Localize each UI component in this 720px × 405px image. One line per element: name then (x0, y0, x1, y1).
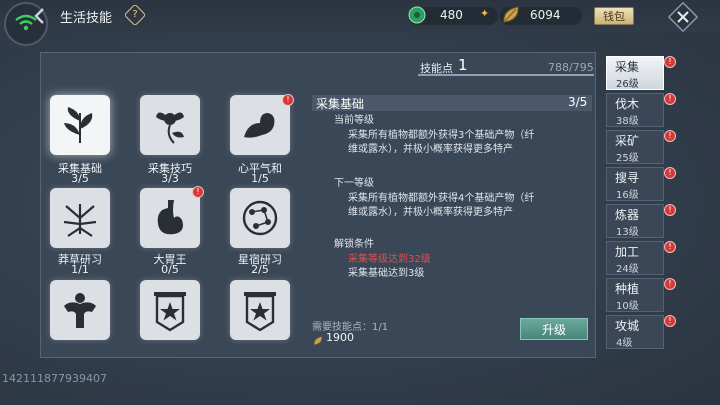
category-mining[interactable]: 采矿 25级 (606, 130, 664, 164)
jade-icon (407, 5, 427, 25)
next-level-label: 下一等级 (334, 178, 374, 189)
skill-level: 3/5 (71, 172, 89, 185)
alert-badge-icon: ! (664, 56, 676, 68)
skill-points-value: 1 (458, 56, 468, 74)
category-name: 种植 (615, 282, 640, 296)
skill-level: 0/5 (161, 263, 179, 276)
stomach-icon (157, 200, 183, 235)
leaves-icon (64, 107, 93, 143)
alert-badge-icon: ! (192, 186, 204, 198)
constellation-icon (242, 200, 278, 236)
skill-level: 1/1 (71, 263, 89, 276)
add-currency-icon[interactable]: ✦ (480, 8, 490, 19)
skill-tile-calm[interactable] (230, 95, 290, 155)
help-label: ? (132, 9, 138, 20)
unlock-condition: 采集等级达到32级 (348, 254, 431, 265)
cost-value: 1900 (326, 331, 354, 344)
category-search[interactable]: 搜寻 16级 (606, 167, 664, 201)
unlock-label: 解锁条件 (334, 239, 374, 250)
skill-points-progress: 788/795 (548, 61, 594, 74)
current-level-desc: 采集所有植物都额外获得3个基础产物（纤 (348, 130, 535, 141)
category-siege[interactable]: 攻城 4级 (606, 315, 664, 349)
next-level-desc: 采集所有植物都额外获得4个基础产物（纤 (348, 193, 535, 204)
page-title: 生活技能 (60, 11, 113, 26)
category-processing[interactable]: 加工 24级 (606, 241, 664, 275)
category-level: 4级 (616, 338, 633, 349)
alert-badge-icon: ! (664, 241, 676, 253)
unlock-condition: 采集基础达到3级 (348, 268, 425, 279)
upgrade-button[interactable]: 升级 (520, 318, 588, 340)
category-name: 搜寻 (615, 171, 640, 185)
banner-star-icon (244, 292, 276, 332)
alert-badge-icon: ! (664, 278, 676, 290)
player-uid: 142111877939407 (2, 372, 107, 385)
category-name: 炼器 (615, 208, 640, 222)
detail-skill-level: 3/5 (568, 95, 588, 109)
skill-tile-constellation[interactable] (230, 188, 290, 248)
category-logging[interactable]: 伐木 38级 (606, 93, 664, 127)
flower-icon (156, 112, 184, 144)
alert-badge-icon: ! (664, 93, 676, 105)
skill-level: 1/5 (251, 172, 269, 185)
alert-badge-icon: ! (664, 130, 676, 142)
muscle-icon (64, 293, 96, 328)
category-refining[interactable]: 炼器 13级 (606, 204, 664, 238)
detail-skill-name: 采集基础 (316, 97, 365, 111)
category-name: 采集 (615, 60, 640, 74)
category-level: 38级 (616, 116, 639, 127)
skill-tile-banner-1[interactable] (140, 280, 200, 340)
skill-level: 3/3 (161, 172, 179, 185)
leaf-currency-icon (500, 4, 522, 26)
category-name: 伐木 (615, 97, 640, 111)
category-name: 攻城 (615, 319, 640, 333)
current-level-label: 当前等级 (334, 115, 374, 126)
currency-value: 6094 (530, 8, 561, 22)
skill-tile-gather-basics[interactable] (50, 95, 110, 155)
arm-icon (244, 113, 275, 138)
alert-badge-icon: ! (664, 315, 676, 327)
banner-star-icon (154, 292, 186, 332)
skill-tile-burden[interactable] (50, 280, 110, 340)
alert-badge-icon: ! (664, 204, 676, 216)
skill-tile-banner-2[interactable] (230, 280, 290, 340)
category-level: 24级 (616, 264, 639, 275)
category-level: 26级 (616, 79, 639, 90)
skill-tile-grass-study[interactable] (50, 188, 110, 248)
category-level: 13级 (616, 227, 639, 238)
category-name: 采矿 (615, 134, 640, 148)
category-level: 16级 (616, 190, 639, 201)
close-icon[interactable] (667, 1, 699, 33)
current-level-desc: 维或露水），并极小概率获得更多特产 (348, 144, 513, 155)
wallet-button[interactable]: 钱包 (594, 7, 634, 25)
leaf-currency-icon (312, 332, 324, 346)
skill-points-label: 技能点 (420, 62, 453, 75)
alert-badge-icon: ! (282, 94, 294, 106)
skill-tile-gather-skill[interactable] (140, 95, 200, 155)
alert-badge-icon: ! (664, 167, 676, 179)
category-name: 加工 (615, 245, 640, 259)
skill-tile-big-stomach[interactable] (140, 188, 200, 248)
category-level: 25级 (616, 153, 639, 164)
category-gather[interactable]: 采集 26级 (606, 56, 664, 90)
category-level: 10级 (616, 301, 639, 312)
jade-value: 480 (440, 8, 463, 22)
back-chevron-icon[interactable] (32, 6, 48, 26)
skill-level: 2/5 (251, 263, 269, 276)
category-planting[interactable]: 种植 10级 (606, 278, 664, 312)
grass-icon (63, 204, 97, 237)
next-level-desc: 维或露水），并极小概率获得更多特产 (348, 207, 513, 218)
